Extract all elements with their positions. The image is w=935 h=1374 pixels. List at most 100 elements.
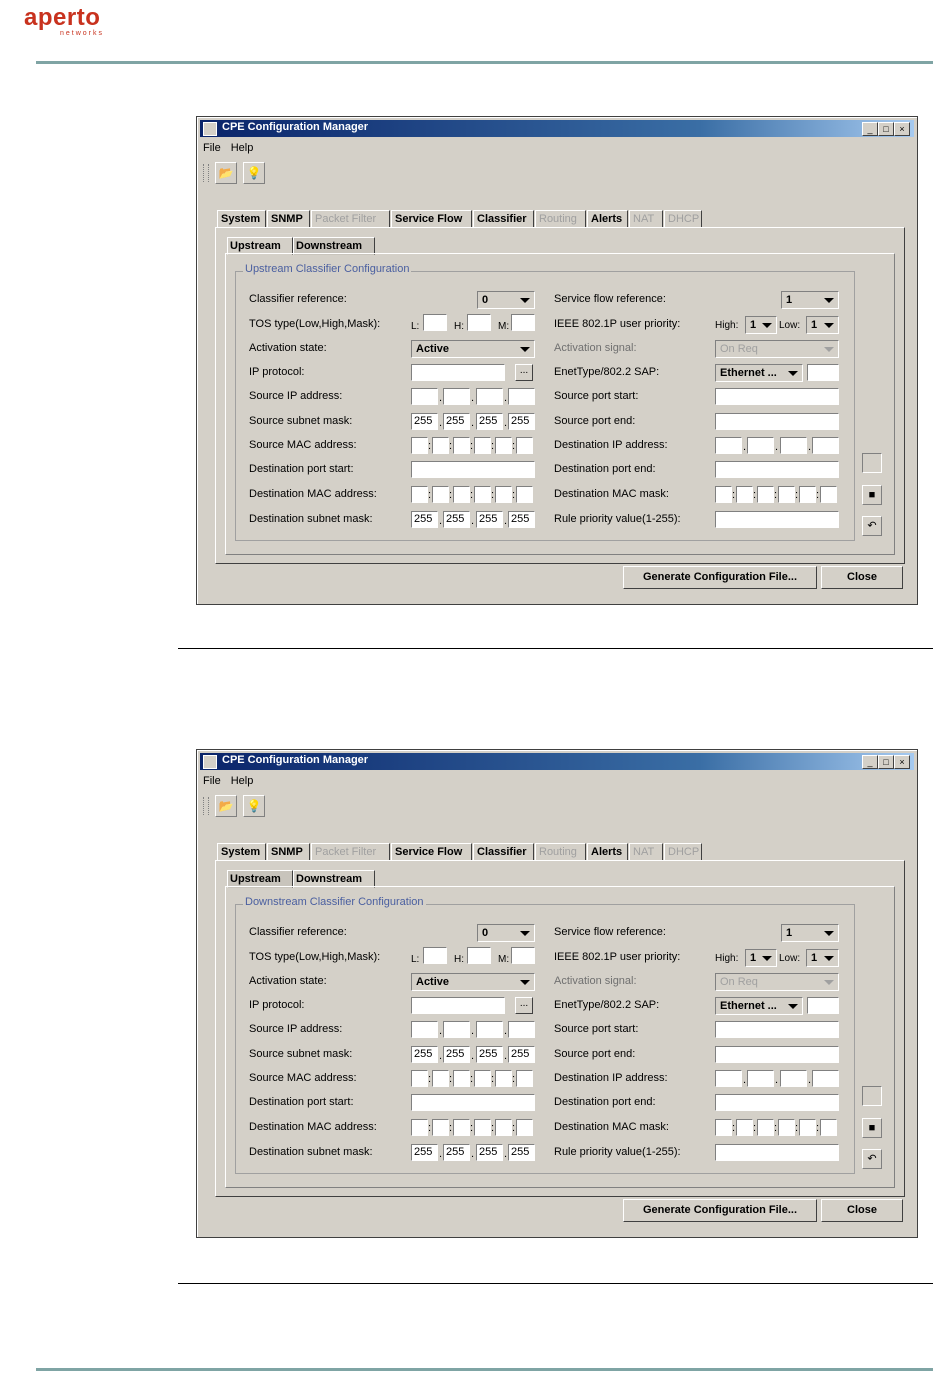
tab-nat[interactable]: NAT <box>629 210 663 228</box>
destination-ip-octet-3[interactable] <box>780 437 807 454</box>
destination-mac-mask-octet-4[interactable] <box>778 486 795 503</box>
destination-mac-mask-octet-1[interactable] <box>715 486 732 503</box>
save-icon[interactable]: ■ <box>862 1118 882 1138</box>
destination-ip-octet-2[interactable] <box>747 437 774 454</box>
destination-subnet-octet-1[interactable]: 255 <box>411 511 438 528</box>
source-mac-octet-2[interactable] <box>432 1070 449 1087</box>
source-mac-octet-4[interactable] <box>474 1070 491 1087</box>
enettype-select[interactable]: Ethernet ... <box>715 364 803 382</box>
destination-mac-octet-5[interactable] <box>495 1119 512 1136</box>
destination-ip-octet-1[interactable] <box>715 437 742 454</box>
destination-subnet-octet-3[interactable]: 255 <box>476 511 503 528</box>
source-ip-octet-4[interactable] <box>508 388 535 405</box>
generate-configuration-file-button[interactable]: Generate Configuration File... <box>623 1199 817 1222</box>
source-ip-octet-3[interactable] <box>476 388 503 405</box>
activation-signal-select[interactable]: On Req <box>715 340 839 358</box>
tab-routing[interactable]: Routing <box>535 843 586 861</box>
activation-signal-select[interactable]: On Req <box>715 973 839 991</box>
close-button[interactable]: Close <box>821 566 903 589</box>
source-subnet-octet-2[interactable]: 255 <box>443 413 470 430</box>
tab-classifier[interactable]: Classifier <box>473 843 534 861</box>
source-mac-octet-2[interactable] <box>432 437 449 454</box>
ip-protocol-input[interactable] <box>411 364 505 381</box>
source-mac-octet-6[interactable] <box>516 437 533 454</box>
tab-nat[interactable]: NAT <box>629 843 663 861</box>
destination-subnet-octet-1[interactable]: 255 <box>411 1144 438 1161</box>
source-subnet-octet-3[interactable]: 255 <box>476 413 503 430</box>
title-bar[interactable]: CPE Configuration Manager _ □ × <box>200 120 914 137</box>
maximize-icon[interactable]: □ <box>878 755 894 769</box>
destination-port-start-input[interactable] <box>411 461 535 478</box>
menu-file[interactable]: File <box>203 142 221 154</box>
destination-ip-octet-3[interactable] <box>780 1070 807 1087</box>
destination-subnet-octet-2[interactable]: 255 <box>443 511 470 528</box>
undo-icon[interactable]: ↶ <box>862 516 882 536</box>
toolbar-grip[interactable] <box>203 797 209 815</box>
close-button[interactable]: Close <box>821 1199 903 1222</box>
source-port-end-input[interactable] <box>715 413 839 430</box>
menu-help[interactable]: Help <box>231 142 254 154</box>
destination-mac-mask-octet-2[interactable] <box>736 1119 753 1136</box>
tos-high-input[interactable] <box>467 947 491 964</box>
destination-port-end-input[interactable] <box>715 461 839 478</box>
tab-system[interactable]: System <box>217 210 266 228</box>
minimize-icon[interactable]: _ <box>862 122 878 136</box>
source-port-end-input[interactable] <box>715 1046 839 1063</box>
classifier-reference-select[interactable]: 0 <box>477 291 535 309</box>
tab-snmp[interactable]: SNMP <box>267 210 310 228</box>
source-ip-octet-3[interactable] <box>476 1021 503 1038</box>
destination-mac-mask-octet-4[interactable] <box>778 1119 795 1136</box>
source-mac-octet-6[interactable] <box>516 1070 533 1087</box>
destination-mac-octet-3[interactable] <box>453 1119 470 1136</box>
generate-configuration-file-button[interactable]: Generate Configuration File... <box>623 566 817 589</box>
destination-ip-octet-2[interactable] <box>747 1070 774 1087</box>
destination-mac-octet-6[interactable] <box>516 1119 533 1136</box>
close-icon[interactable]: × <box>894 755 910 769</box>
lightbulb-icon[interactable]: 💡 <box>243 795 265 817</box>
destination-port-end-input[interactable] <box>715 1094 839 1111</box>
ip-protocol-browse-button[interactable]: ... <box>515 364 533 381</box>
source-mac-octet-1[interactable] <box>411 1070 428 1087</box>
destination-mac-mask-octet-6[interactable] <box>820 1119 837 1136</box>
menu-help[interactable]: Help <box>231 775 254 787</box>
maximize-icon[interactable]: □ <box>878 122 894 136</box>
close-icon[interactable]: × <box>894 122 910 136</box>
tab-alerts[interactable]: Alerts <box>587 210 628 228</box>
ip-protocol-input[interactable] <box>411 997 505 1014</box>
source-mac-octet-3[interactable] <box>453 437 470 454</box>
source-mac-octet-5[interactable] <box>495 1070 512 1087</box>
destination-mac-octet-4[interactable] <box>474 486 491 503</box>
tab-alerts[interactable]: Alerts <box>587 843 628 861</box>
source-mac-octet-4[interactable] <box>474 437 491 454</box>
destination-mac-octet-1[interactable] <box>411 486 428 503</box>
destination-mac-octet-1[interactable] <box>411 1119 428 1136</box>
blank-button[interactable] <box>862 453 882 473</box>
tos-high-input[interactable] <box>467 314 491 331</box>
source-ip-octet-1[interactable] <box>411 1021 438 1038</box>
tab-snmp[interactable]: SNMP <box>267 843 310 861</box>
priority-low-select[interactable]: 1 <box>806 949 839 967</box>
tos-mask-input[interactable] <box>511 314 535 331</box>
enettype-select[interactable]: Ethernet ... <box>715 997 803 1015</box>
undo-icon[interactable]: ↶ <box>862 1149 882 1169</box>
priority-low-select[interactable]: 1 <box>806 316 839 334</box>
tab-service-flow[interactable]: Service Flow <box>391 210 472 228</box>
source-port-start-input[interactable] <box>715 1021 839 1038</box>
source-subnet-octet-4[interactable]: 255 <box>508 413 535 430</box>
tos-mask-input[interactable] <box>511 947 535 964</box>
service-flow-reference-select[interactable]: 1 <box>781 291 839 309</box>
destination-mac-octet-4[interactable] <box>474 1119 491 1136</box>
destination-ip-octet-4[interactable] <box>812 437 839 454</box>
service-flow-reference-select[interactable]: 1 <box>781 924 839 942</box>
toolbar-grip[interactable] <box>203 164 209 182</box>
source-ip-octet-4[interactable] <box>508 1021 535 1038</box>
tab-classifier[interactable]: Classifier <box>473 210 534 228</box>
destination-mac-mask-octet-5[interactable] <box>799 1119 816 1136</box>
destination-port-start-input[interactable] <box>411 1094 535 1111</box>
minimize-icon[interactable]: _ <box>862 755 878 769</box>
destination-mac-octet-5[interactable] <box>495 486 512 503</box>
tab-system[interactable]: System <box>217 843 266 861</box>
destination-subnet-octet-2[interactable]: 255 <box>443 1144 470 1161</box>
destination-ip-octet-4[interactable] <box>812 1070 839 1087</box>
source-subnet-octet-4[interactable]: 255 <box>508 1046 535 1063</box>
